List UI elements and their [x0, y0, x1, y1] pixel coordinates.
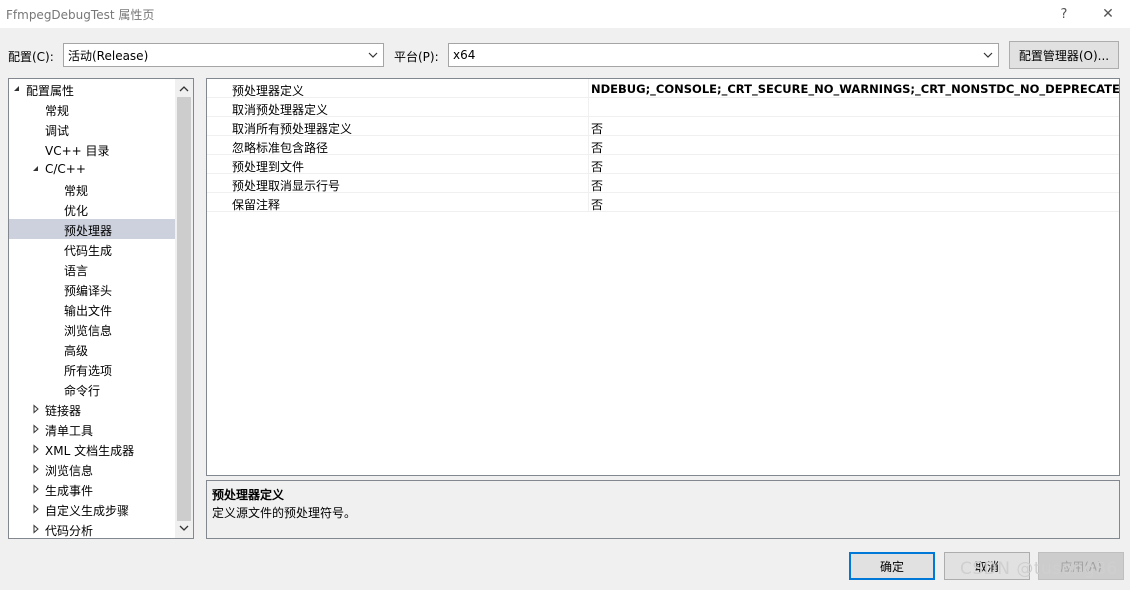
- platform-label: 平台(P):: [394, 50, 439, 64]
- collapsed-triangle-icon[interactable]: [31, 504, 41, 514]
- tree-item[interactable]: 预处理器: [9, 219, 175, 239]
- collapsed-triangle-icon[interactable]: [31, 464, 41, 474]
- tree-item-label: 配置属性: [26, 84, 75, 98]
- platform-value: x64: [453, 48, 476, 62]
- collapsed-triangle-icon[interactable]: [31, 404, 41, 414]
- tree-item-label: 浏览信息: [45, 464, 94, 478]
- scroll-down-icon[interactable]: [178, 522, 190, 534]
- property-name: 预处理取消显示行号: [232, 179, 341, 193]
- property-value[interactable]: 否: [591, 120, 603, 137]
- tree-item-label: XML 文档生成器: [45, 444, 135, 458]
- window-title: FfmpegDebugTest 属性页: [6, 8, 155, 22]
- tree-item[interactable]: 浏览信息: [9, 319, 175, 339]
- property-row[interactable]: 预处理器定义 NDEBUG;_CONSOLE;_CRT_SECURE_NO_WAR…: [207, 79, 1119, 98]
- property-row[interactable]: 预处理取消显示行号 否: [207, 174, 1119, 193]
- tree-item-label: 命令行: [64, 384, 101, 398]
- tree-item[interactable]: 清单工具: [9, 419, 175, 439]
- tree-item-label: 预处理器: [64, 224, 113, 238]
- chevron-down-icon: [368, 52, 378, 58]
- tree-scrollbar[interactable]: [175, 79, 193, 538]
- tree-item-label: 常规: [64, 184, 89, 198]
- config-manager-button[interactable]: 配置管理器(O)...: [1009, 41, 1119, 69]
- config-combo[interactable]: 活动(Release): [63, 43, 384, 67]
- scroll-thumb[interactable]: [177, 97, 191, 521]
- tree-item[interactable]: 配置属性: [9, 79, 175, 99]
- tree-item-label: 生成事件: [45, 484, 94, 498]
- tree-item[interactable]: 优化: [9, 199, 175, 219]
- collapsed-triangle-icon[interactable]: [31, 424, 41, 434]
- chevron-down-icon: [983, 52, 993, 58]
- property-name: 预处理到文件: [232, 160, 305, 174]
- tree-item[interactable]: C/C++: [9, 159, 175, 179]
- collapsed-triangle-icon[interactable]: [31, 524, 41, 534]
- tree-item-label: 清单工具: [45, 424, 94, 438]
- tree-item-label: C/C++: [45, 162, 86, 176]
- tree-item[interactable]: VC++ 目录: [9, 139, 175, 159]
- tree-item[interactable]: 常规: [9, 179, 175, 199]
- tree-item-label: 高级: [64, 344, 89, 358]
- platform-combo[interactable]: x64: [448, 43, 999, 67]
- tree-item-label: 所有选项: [64, 364, 113, 378]
- property-value[interactable]: NDEBUG;_CONSOLE;_CRT_SECURE_NO_WARNINGS;…: [591, 82, 1119, 96]
- property-row[interactable]: 取消预处理器定义: [207, 98, 1119, 117]
- tree-item[interactable]: 所有选项: [9, 359, 175, 379]
- property-row[interactable]: 忽略标准包含路径 否: [207, 136, 1119, 155]
- tree-item[interactable]: 自定义生成步骤: [9, 499, 175, 519]
- tree-item-label: 自定义生成步骤: [45, 504, 130, 518]
- expanded-triangle-icon[interactable]: [31, 164, 41, 174]
- tree-item[interactable]: 生成事件: [9, 479, 175, 499]
- tree-item[interactable]: 命令行: [9, 379, 175, 399]
- property-name: 取消所有预处理器定义: [232, 122, 353, 136]
- expanded-triangle-icon[interactable]: [12, 84, 22, 94]
- tree-item[interactable]: 语言: [9, 259, 175, 279]
- property-tree[interactable]: 配置属性 常规 调试 VC++ 目录 C/C++ 常规 优化 预处理器 代码生成 语言 预编译头 输出…: [8, 78, 194, 539]
- config-value: 活动(Release): [68, 48, 149, 63]
- tree-item-label: 调试: [45, 124, 70, 138]
- scroll-up-icon[interactable]: [178, 83, 190, 95]
- property-name: 保留注释: [232, 198, 281, 212]
- help-button[interactable]: ?: [1044, 2, 1084, 26]
- property-grid: 预处理器定义 NDEBUG;_CONSOLE;_CRT_SECURE_NO_WAR…: [206, 78, 1120, 476]
- tree-item-label: 语言: [64, 264, 89, 278]
- tree-item[interactable]: 高级: [9, 339, 175, 359]
- description-title: 预处理器定义: [212, 488, 285, 502]
- tree-item-label: 输出文件: [64, 304, 113, 318]
- property-name: 预处理器定义: [232, 84, 305, 98]
- tree-item-label: 代码分析: [45, 524, 94, 538]
- ok-button[interactable]: 确定: [849, 552, 935, 580]
- property-row[interactable]: 保留注释 否: [207, 193, 1119, 212]
- description-text: 定义源文件的预处理符号。: [212, 506, 357, 520]
- property-name: 取消预处理器定义: [232, 103, 329, 117]
- tree-item[interactable]: 代码分析: [9, 519, 175, 538]
- tree-item-label: 链接器: [45, 404, 82, 418]
- tree-item[interactable]: XML 文档生成器: [9, 439, 175, 459]
- property-value[interactable]: 否: [591, 177, 603, 194]
- property-row[interactable]: 取消所有预处理器定义 否: [207, 117, 1119, 136]
- tree-item-label: 代码生成: [64, 244, 113, 258]
- tree-item[interactable]: 输出文件: [9, 299, 175, 319]
- tree-item[interactable]: 代码生成: [9, 239, 175, 259]
- property-row[interactable]: 预处理到文件 否: [207, 155, 1119, 174]
- tree-item-label: 预编译头: [64, 284, 113, 298]
- collapsed-triangle-icon[interactable]: [31, 484, 41, 494]
- tree-item[interactable]: 链接器: [9, 399, 175, 419]
- watermark: CSDN @tusong86: [960, 559, 1118, 579]
- tree-item-label: 浏览信息: [64, 324, 113, 338]
- tree-item-label: 常规: [45, 104, 70, 118]
- title-bar: FfmpegDebugTest 属性页 ? ✕: [0, 0, 1130, 28]
- tree-item[interactable]: 常规: [9, 99, 175, 119]
- close-button[interactable]: ✕: [1088, 2, 1128, 26]
- tree-item[interactable]: 预编译头: [9, 279, 175, 299]
- tree-item[interactable]: 浏览信息: [9, 459, 175, 479]
- property-value[interactable]: 否: [591, 196, 603, 213]
- property-name: 忽略标准包含路径: [232, 141, 329, 155]
- tree-item-label: 优化: [64, 204, 89, 218]
- property-value[interactable]: 否: [591, 158, 603, 175]
- config-label: 配置(C):: [8, 50, 54, 64]
- collapsed-triangle-icon[interactable]: [31, 444, 41, 454]
- tree-item[interactable]: 调试: [9, 119, 175, 139]
- description-panel: 预处理器定义 定义源文件的预处理符号。: [206, 480, 1120, 539]
- property-value[interactable]: 否: [591, 139, 603, 156]
- tree-item-label: VC++ 目录: [45, 144, 110, 158]
